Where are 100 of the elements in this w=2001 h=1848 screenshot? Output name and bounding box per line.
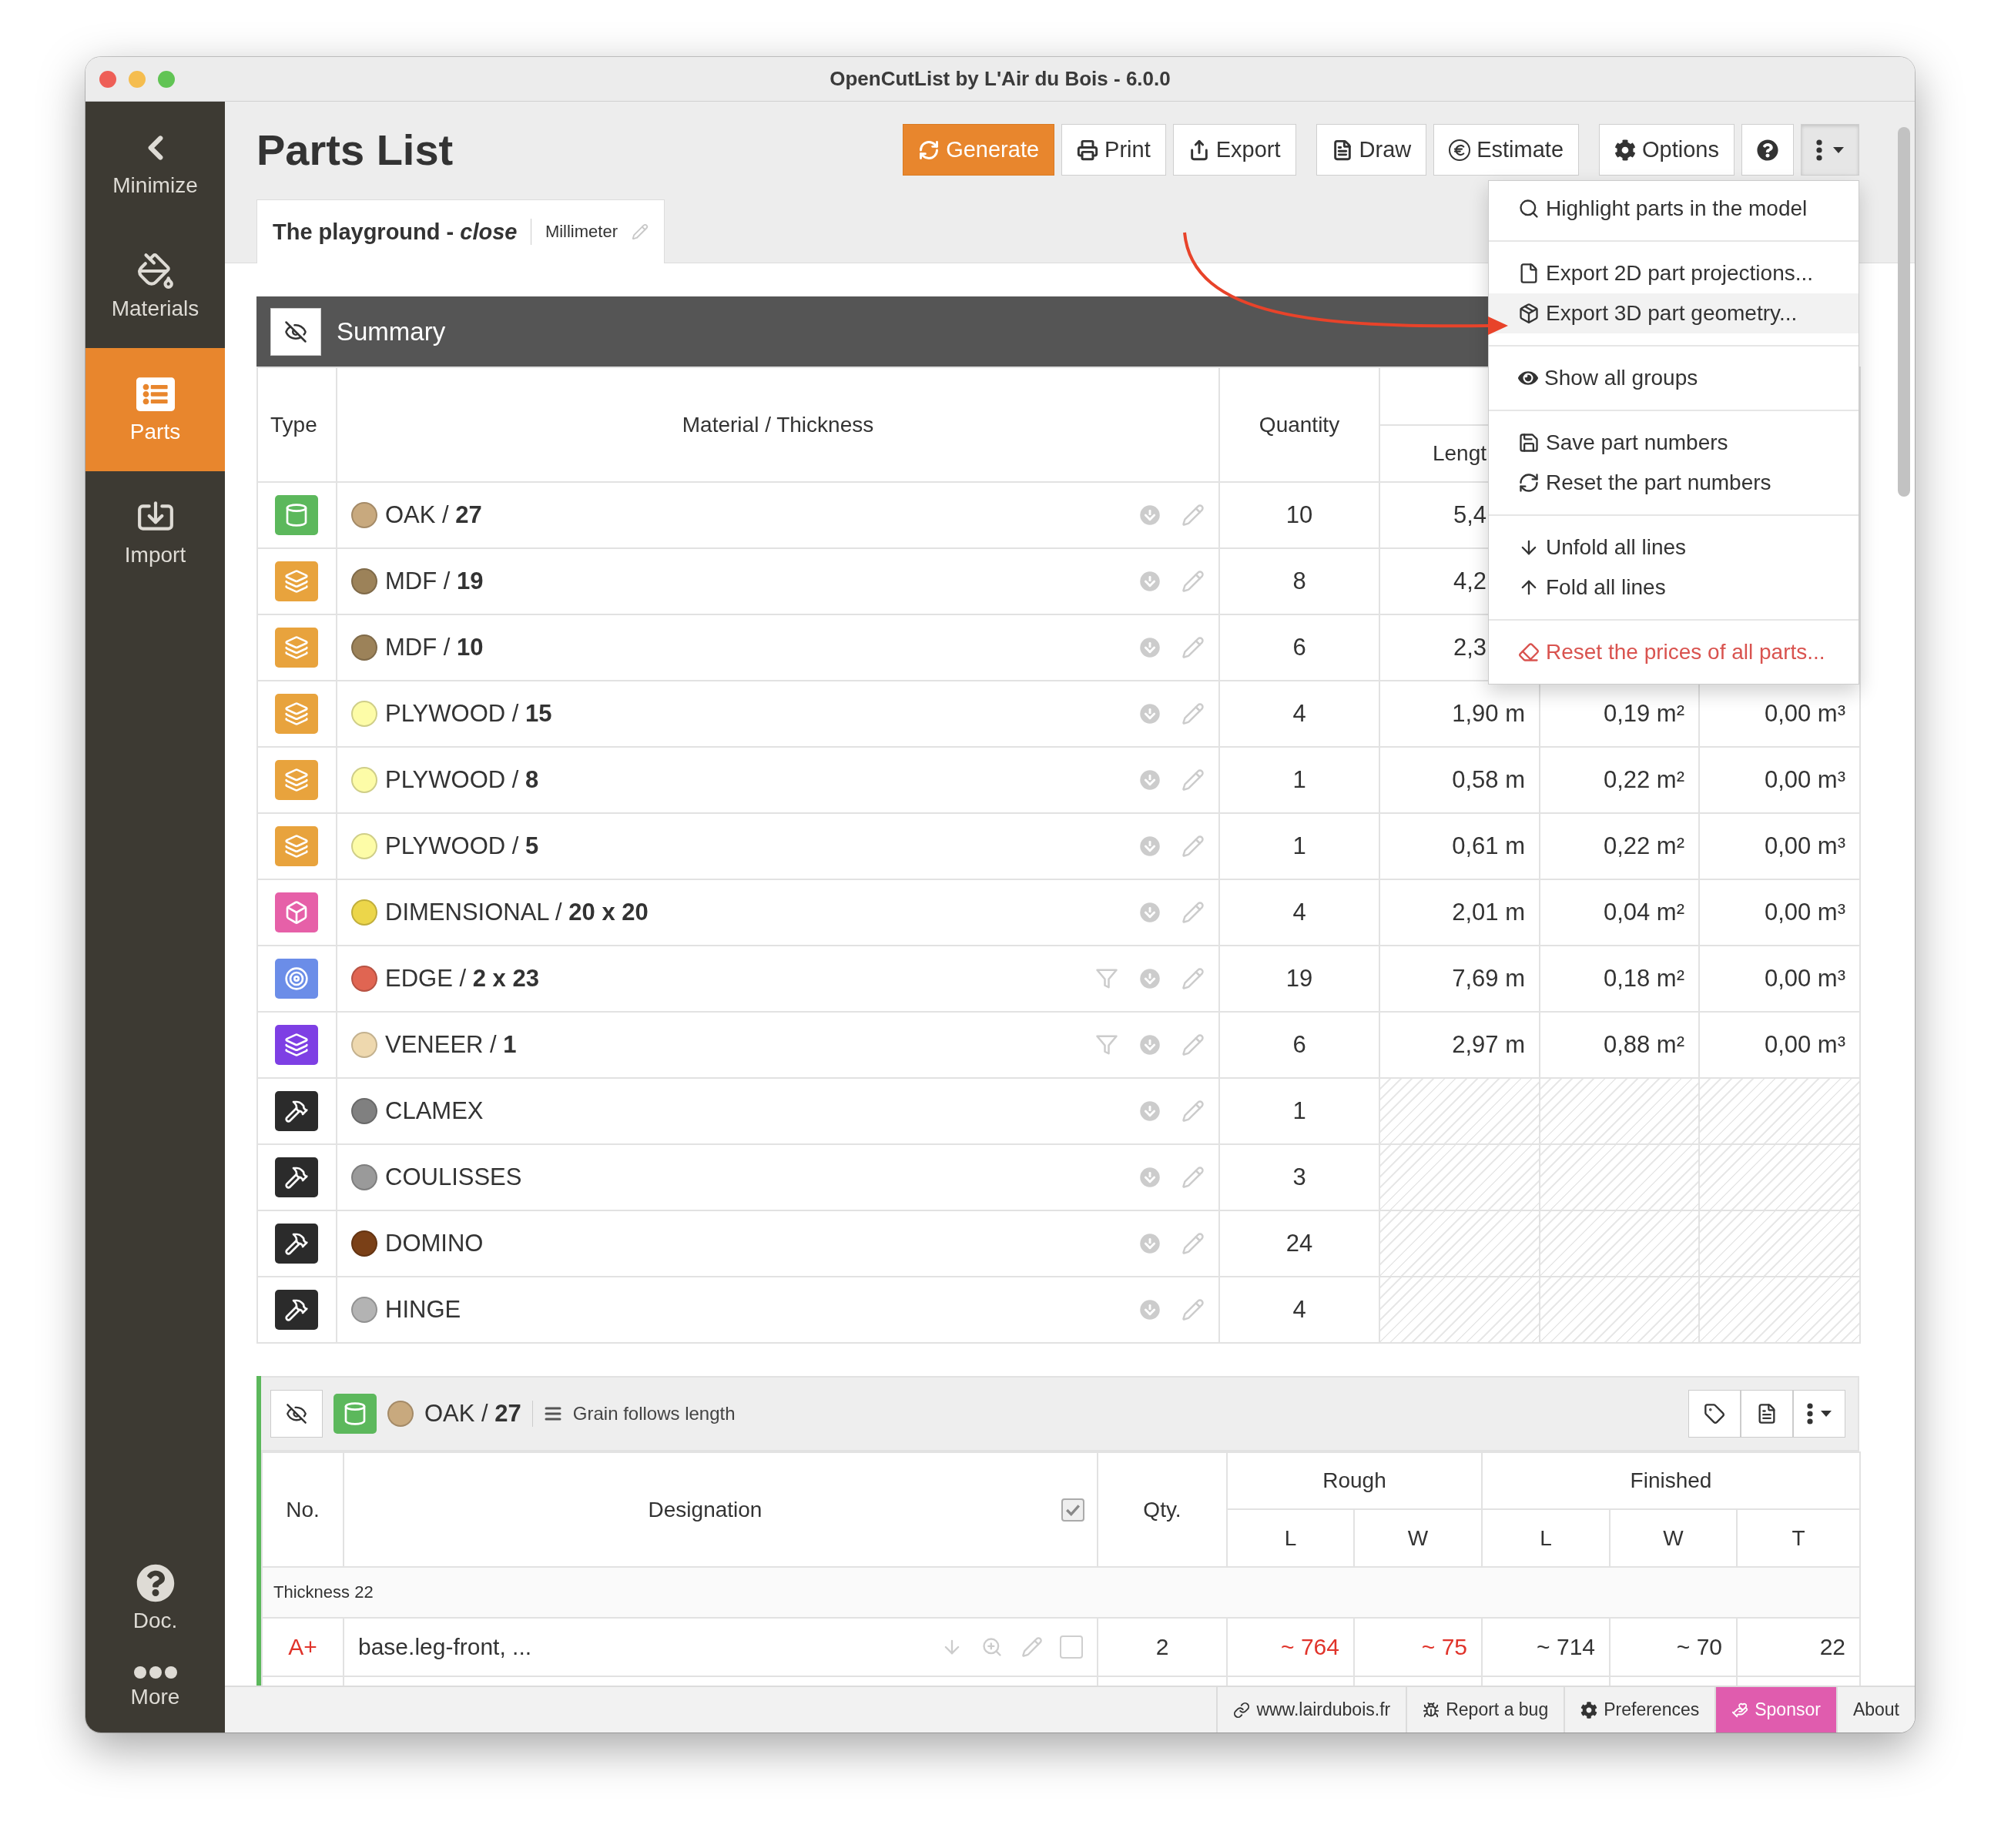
eye-off-icon (284, 320, 307, 343)
sidebar-item[interactable]: Import (85, 471, 225, 594)
settings-icon (1580, 1701, 1598, 1719)
dimension-cell: ~ 75 (1354, 1618, 1482, 1676)
euro-icon (1449, 139, 1471, 161)
website-link[interactable]: www.lairdubois.fr (1216, 1687, 1406, 1732)
hammer-icon (275, 1290, 318, 1330)
refresh-icon (1518, 472, 1540, 494)
pencil-icon[interactable] (1181, 835, 1205, 858)
label-button[interactable] (1688, 1390, 1741, 1438)
status-link[interactable]: Report a bug (1406, 1687, 1564, 1732)
grain-label: Grain follows length (572, 1403, 736, 1424)
toolbar-button[interactable]: Draw (1316, 124, 1427, 176)
filter-icon[interactable] (1095, 967, 1118, 990)
more-icon (1816, 139, 1822, 161)
dimension-cell: ~ 764 (1227, 1618, 1354, 1676)
pencil-icon[interactable] (1181, 1298, 1205, 1321)
layers-icon (275, 760, 318, 800)
status-link[interactable]: About (1835, 1687, 1915, 1732)
length-cell: 0,58 m (1379, 747, 1540, 813)
dimension-cell: 22 (1737, 1618, 1861, 1676)
hammer-icon (275, 1224, 318, 1264)
length-cell: 2,01 m (1379, 879, 1540, 946)
checkbox[interactable] (1060, 1635, 1083, 1659)
cylinder-icon (334, 1394, 377, 1434)
column-header: Rough (1227, 1452, 1482, 1509)
menu-item[interactable]: Export 3D part geometry... (1489, 293, 1859, 333)
tab-title: The playground - close (273, 219, 518, 245)
more-menu-button[interactable] (1793, 1390, 1845, 1438)
part-name: base.leg-front, ... (358, 1634, 532, 1660)
quantity-cell: 1 (1219, 747, 1379, 813)
menu-item[interactable]: Export 2D part projections... (1489, 253, 1859, 293)
hand-heart-icon (1731, 1701, 1749, 1719)
pencil-icon[interactable] (1181, 702, 1205, 725)
material-name: DOMINO (385, 1230, 484, 1257)
zoom-in-icon[interactable] (981, 1636, 1003, 1658)
scrollbar-thumb[interactable] (1898, 127, 1910, 497)
pencil-icon[interactable] (1181, 636, 1205, 659)
menu-item[interactable]: Highlight parts in the model (1489, 189, 1859, 229)
document-button[interactable] (1741, 1390, 1793, 1438)
dimension-cell: ~ 714 (1482, 1618, 1610, 1676)
sidebar-item[interactable]: Materials (85, 225, 225, 348)
area-cell: 0,22 m² (1540, 747, 1699, 813)
filter-icon[interactable] (1095, 1033, 1118, 1056)
model-tab[interactable]: The playground - close Millimeter (256, 199, 665, 263)
close-button[interactable] (99, 71, 116, 88)
quantity-cell: 19 (1219, 946, 1379, 1012)
settings-icon (1614, 139, 1637, 161)
toolbar-button[interactable]: Options (1599, 124, 1735, 176)
pencil-icon[interactable] (1181, 570, 1205, 593)
column-header: No. (262, 1452, 344, 1567)
pencil-icon[interactable] (1181, 1166, 1205, 1189)
part-number: A+ (262, 1618, 344, 1676)
zoom-button[interactable] (158, 71, 175, 88)
volume-cell: 0,00 m³ (1699, 747, 1860, 813)
cylinder-icon (275, 495, 318, 535)
minimize-button[interactable] (129, 71, 146, 88)
volume-cell: 0,00 m³ (1699, 879, 1860, 946)
pencil-icon[interactable] (1181, 1232, 1205, 1255)
material-name: VENEER / 1 (385, 1031, 517, 1059)
material-name: COULISSES (385, 1163, 522, 1191)
help-button[interactable] (1741, 124, 1794, 176)
unit-label: Millimeter (545, 222, 618, 242)
caret-icon (1833, 146, 1844, 153)
eye-off-button[interactable] (270, 307, 321, 356)
pencil-icon[interactable] (1181, 1100, 1205, 1123)
box-icon (275, 892, 318, 932)
sidebar-item[interactable]: More (85, 1643, 225, 1732)
length-cell: 0,61 m (1379, 813, 1540, 879)
pencil-icon[interactable] (632, 223, 649, 240)
printer-icon (1077, 139, 1099, 161)
more-menu-button[interactable] (1801, 124, 1859, 176)
sidebar-item[interactable]: Minimize (85, 102, 225, 225)
material-name: MDF / 10 (385, 634, 484, 661)
more-icon (133, 1666, 177, 1679)
summary-title: Summary (337, 316, 446, 346)
length-cell: 7,69 m (1379, 946, 1540, 1012)
checkbox[interactable] (1061, 1498, 1084, 1522)
toolbar-button[interactable]: Estimate (1433, 124, 1580, 176)
material-name: PLYWOOD / 5 (385, 832, 539, 860)
toolbar-button[interactable]: Print (1061, 124, 1166, 176)
pencil-icon[interactable] (1181, 901, 1205, 924)
toolbar-button[interactable]: Export (1172, 124, 1296, 176)
material-name: OAK / 27 (424, 1400, 521, 1428)
pencil-icon[interactable] (1181, 1033, 1205, 1056)
target-icon (275, 959, 318, 999)
menu-item[interactable]: Show all groups (1489, 358, 1859, 398)
quantity-cell: 6 (1219, 1012, 1379, 1078)
section-label: Thickness 22 (262, 1567, 1861, 1618)
pencil-icon[interactable] (1181, 768, 1205, 792)
hammer-icon (275, 1091, 318, 1131)
link-icon (1233, 1701, 1251, 1719)
eye-off-button[interactable] (270, 1390, 323, 1438)
pencil-icon[interactable] (1181, 504, 1205, 527)
layers-icon (275, 694, 318, 734)
pencil-icon[interactable] (1021, 1636, 1043, 1658)
pencil-icon[interactable] (1181, 967, 1205, 990)
material-name: EDGE / 2 x 23 (385, 965, 539, 993)
sidebar-item[interactable]: Doc. (85, 1554, 225, 1643)
material-name: PLYWOOD / 8 (385, 766, 539, 794)
